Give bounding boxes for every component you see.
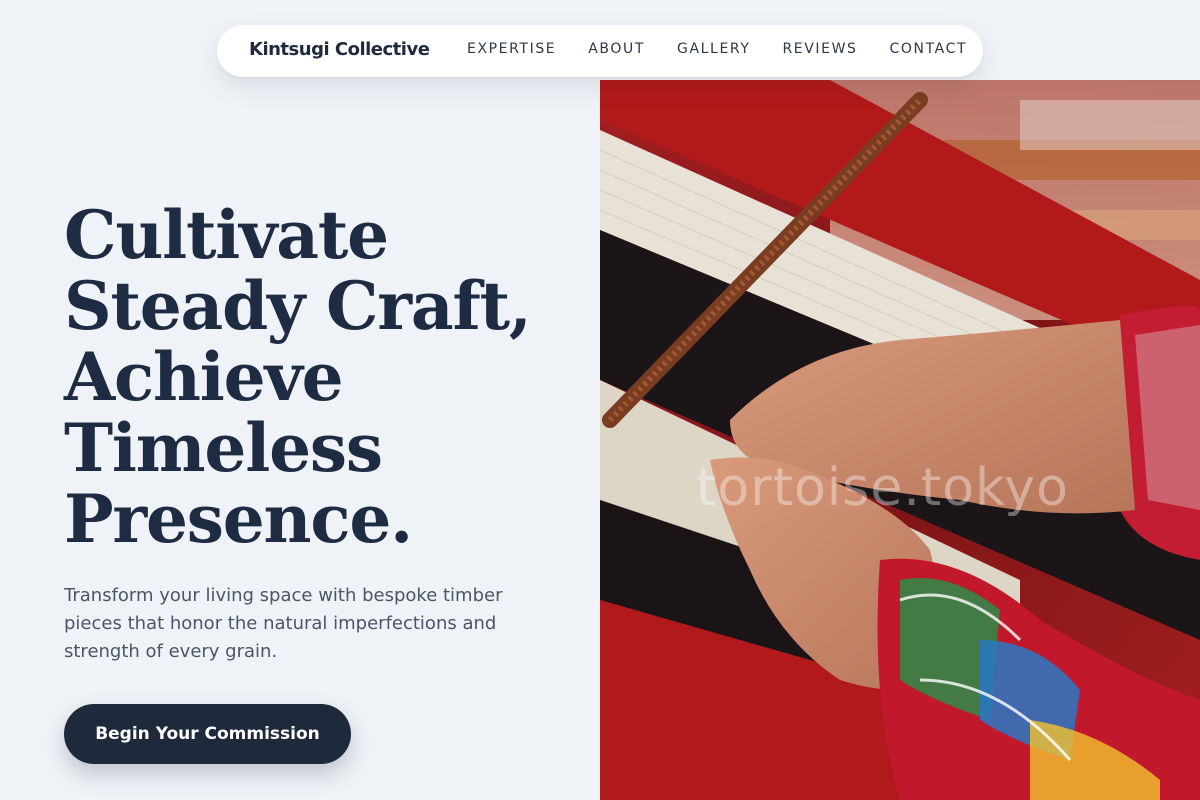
nav-link-gallery[interactable]: GALLERY [677, 41, 750, 57]
headline-line: Achieve [64, 338, 344, 416]
top-navigation: Kintsugi Collective EXPERTISE ABOUT GALL… [217, 25, 983, 77]
hero-headline: Cultivate Steady Craft, Achieve Timeless… [64, 200, 564, 555]
headline-line: Steady Craft, [64, 267, 532, 345]
nav-link-expertise[interactable]: EXPERTISE [467, 41, 556, 57]
headline-line: Presence. [64, 480, 413, 558]
hero-weaving-image: tortoise.tokyo [600, 80, 1200, 800]
headline-line: Timeless [64, 409, 383, 487]
brand-logo[interactable]: Kintsugi Collective [249, 39, 430, 60]
weaving-illustration [600, 80, 1200, 800]
nav-link-reviews[interactable]: REVIEWS [782, 41, 857, 57]
nav-link-about[interactable]: ABOUT [588, 41, 645, 57]
headline-line: Cultivate [64, 196, 389, 274]
nav-link-contact[interactable]: CONTACT [890, 41, 968, 57]
begin-commission-button[interactable]: Begin Your Commission [64, 704, 351, 764]
hero-subcopy: Transform your living space with bespoke… [64, 585, 503, 662]
nav-links: EXPERTISE ABOUT GALLERY REVIEWS CONTACT [467, 41, 967, 57]
